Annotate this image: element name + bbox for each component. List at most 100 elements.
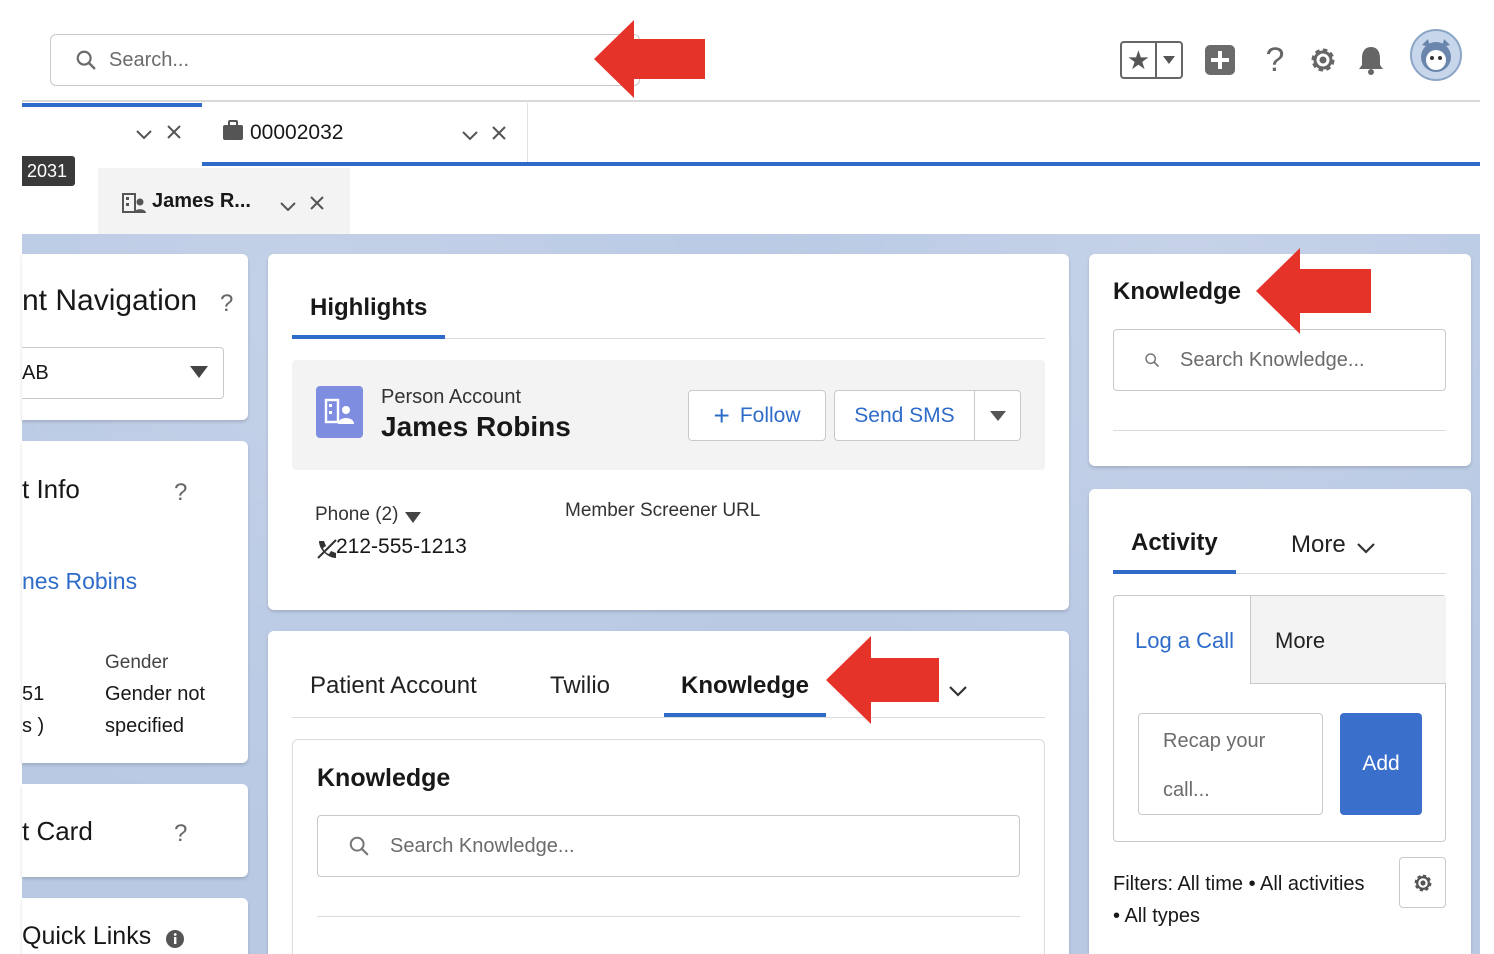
more-actions-dropdown[interactable] xyxy=(974,390,1021,441)
tab1-chevron-down-icon[interactable] xyxy=(136,127,152,145)
active-tab-indicator xyxy=(202,162,1480,166)
filters-line1: Filters: All time • All activities xyxy=(1113,873,1365,895)
quick-links-card: Quick Links xyxy=(22,898,248,954)
search-icon xyxy=(1145,353,1159,367)
knowledge-panel: Knowledge xyxy=(292,739,1045,954)
navigation-select[interactable]: AB xyxy=(22,347,224,399)
select-caret-icon xyxy=(190,365,208,383)
center-tabs-card: Patient Account Twilio Knowledge Knowled… xyxy=(268,631,1069,954)
record-name: James Robins xyxy=(381,411,571,442)
setup-gear-icon[interactable] xyxy=(1306,42,1340,78)
notifications-bell-icon[interactable] xyxy=(1354,42,1388,78)
activity-more-chevron-down-icon[interactable] xyxy=(1357,541,1375,559)
member-screener-label: Member Screener URL xyxy=(565,500,761,521)
search-icon xyxy=(349,836,369,856)
activity-more-tab[interactable]: More xyxy=(1291,531,1346,559)
info-help-icon[interactable]: ? xyxy=(174,479,187,507)
settings-gear-icon xyxy=(1414,874,1431,891)
subtab-james-robins[interactable]: James R... xyxy=(98,168,350,236)
navigation-card-title: nt Navigation xyxy=(22,284,198,317)
knowledge-search-input[interactable] xyxy=(390,834,670,858)
phone-caret-icon[interactable] xyxy=(405,510,421,528)
log-a-call-tab[interactable]: Log a Call xyxy=(1135,628,1234,654)
tab-patient-account[interactable]: Patient Account xyxy=(310,672,477,700)
user-avatar[interactable] xyxy=(1410,29,1462,81)
patient-info-card: t Info ? nes Robins Gender 51 Gender not… xyxy=(22,441,248,763)
filters-line2: • All types xyxy=(1113,905,1201,927)
knowledge-card-divider xyxy=(1113,430,1446,431)
highlights-divider xyxy=(445,338,1045,339)
tab-knowledge[interactable]: Knowledge xyxy=(681,672,809,700)
header-divider xyxy=(22,100,1480,102)
follow-button[interactable]: + Follow xyxy=(688,390,826,441)
knowledge-panel-divider xyxy=(317,916,1020,917)
gender-value-line2: specified xyxy=(105,715,184,737)
tab2-chevron-down-icon[interactable] xyxy=(462,128,478,146)
card-card-title: t Card xyxy=(22,816,93,846)
activity-tab-underline xyxy=(1113,570,1236,574)
activity-tab[interactable]: Activity xyxy=(1131,529,1218,557)
gender-value-line1: Gender not xyxy=(105,683,206,705)
subtab-chevron-down-icon[interactable] xyxy=(280,199,296,217)
tab2-label: 00002032 xyxy=(250,121,344,144)
phone-call-icon[interactable] xyxy=(316,538,338,565)
person-account-icon xyxy=(122,192,146,219)
favorites-star-icon: ★ xyxy=(1122,43,1157,77)
subtab-label: James R... xyxy=(152,190,251,212)
patient-navigation-card: nt Navigation ? AB xyxy=(22,254,248,420)
subtab-close-icon[interactable] xyxy=(310,196,324,215)
quick-links-info-icon[interactable] xyxy=(165,929,185,954)
log-more-tab[interactable]: More xyxy=(1275,628,1325,654)
info-partial-value-1: 51 xyxy=(22,683,45,705)
phone-label: Phone (2) xyxy=(315,504,399,525)
send-sms-button[interactable]: Send SMS xyxy=(834,390,975,441)
workspace-tab-2[interactable]: 00002032 xyxy=(202,103,528,165)
card-help-icon[interactable]: ? xyxy=(174,820,187,848)
more-tabs-chevron-down-icon[interactable] xyxy=(949,684,967,702)
navigation-select-value: AB xyxy=(22,362,49,384)
annotation-arrow-knowledge-tab xyxy=(826,636,939,724)
annotation-arrow-search xyxy=(594,20,705,98)
activity-tabs-divider xyxy=(1236,573,1446,574)
quick-links-title: Quick Links xyxy=(22,922,152,950)
right-knowledge-search-input[interactable] xyxy=(1180,348,1445,372)
add-plus-icon: + xyxy=(713,399,730,431)
info-card-title: t Info xyxy=(22,474,80,504)
highlights-tab[interactable]: Highlights xyxy=(310,294,427,322)
record-type-label: Person Account xyxy=(381,386,522,408)
info-partial-value-2: s ) xyxy=(22,715,45,737)
help-icon[interactable]: ? xyxy=(1258,41,1292,79)
recap-textarea[interactable]: Recap your call... xyxy=(1138,713,1323,815)
global-search-input[interactable] xyxy=(109,48,569,72)
favorites-button[interactable]: ★ xyxy=(1120,41,1183,79)
tab-tooltip: 2031 xyxy=(22,156,75,186)
person-account-record-icon xyxy=(316,386,363,438)
navigation-help-icon[interactable]: ? xyxy=(220,290,233,318)
send-sms-label: Send SMS xyxy=(854,403,955,427)
gender-label: Gender xyxy=(105,652,169,673)
search-icon xyxy=(76,50,96,70)
favorites-dropdown-icon[interactable] xyxy=(1157,43,1181,77)
global-search-box[interactable] xyxy=(50,34,640,86)
info-name-link[interactable]: nes Robins xyxy=(22,568,137,595)
activity-settings-button[interactable] xyxy=(1399,857,1446,908)
recap-placeholder-line1: Recap your xyxy=(1163,730,1266,752)
global-add-icon[interactable] xyxy=(1203,42,1237,78)
recap-placeholder-line2: call... xyxy=(1163,779,1210,801)
activity-card: Activity More Log a Call More Recap your… xyxy=(1089,489,1471,954)
knowledge-panel-title: Knowledge xyxy=(317,764,451,792)
annotation-arrow-knowledge-card xyxy=(1256,248,1371,334)
patient-card-card: t Card ? xyxy=(22,784,248,877)
highlights-card: Highlights Person Account James Robins +… xyxy=(268,254,1069,610)
add-button[interactable]: Add xyxy=(1340,713,1422,815)
knowledge-search-box[interactable] xyxy=(317,815,1020,877)
phone-value[interactable]: 212-555-1213 xyxy=(336,535,467,559)
right-knowledge-search-box[interactable] xyxy=(1113,329,1446,391)
follow-button-label: Follow xyxy=(739,403,801,427)
tab-twilio[interactable]: Twilio xyxy=(550,672,610,700)
case-briefcase-icon xyxy=(222,119,244,146)
tab2-close-icon[interactable] xyxy=(492,126,506,145)
dropdown-caret-icon xyxy=(989,410,1006,421)
log-call-panel: Log a Call More Recap your call... Add xyxy=(1113,595,1446,842)
tab1-close-icon[interactable] xyxy=(167,125,181,144)
